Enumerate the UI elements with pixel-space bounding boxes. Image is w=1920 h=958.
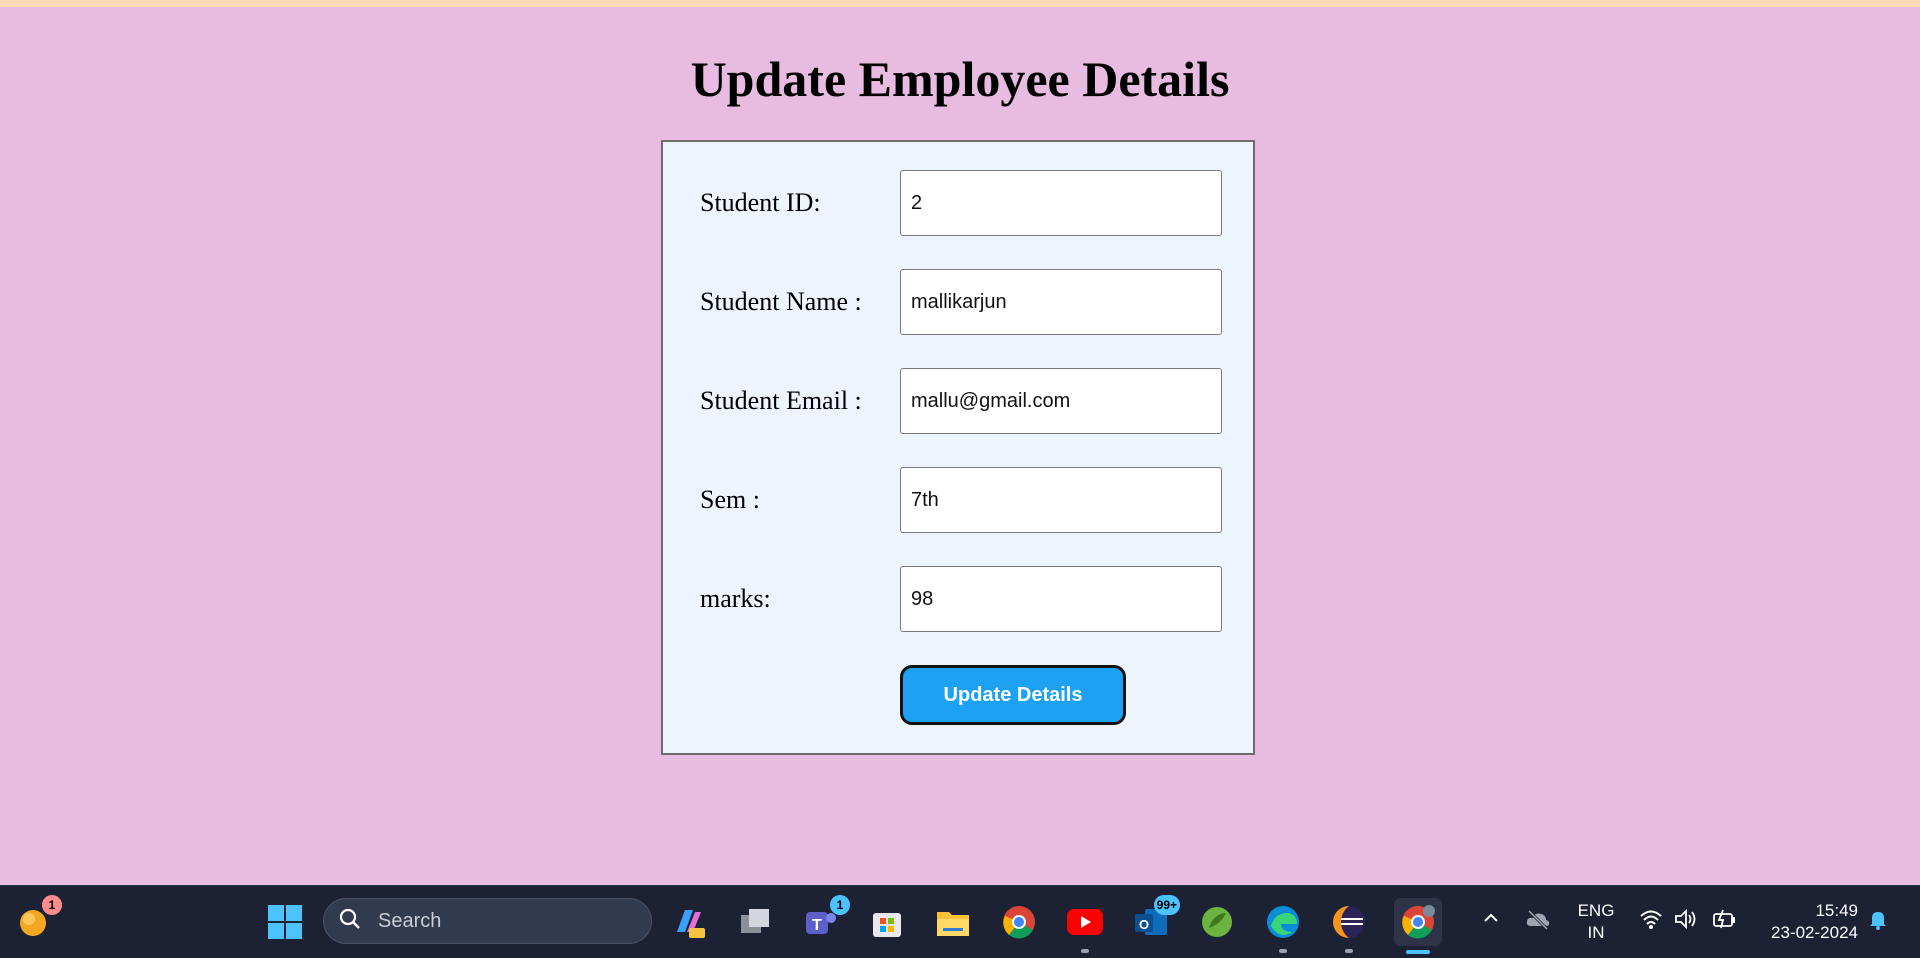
page-title: Update Employee Details [690, 51, 1230, 107]
volume-icon[interactable] [1674, 908, 1698, 936]
sem-input[interactable] [900, 467, 1222, 533]
marks-input[interactable] [900, 566, 1222, 632]
eclipse-running-indicator [1345, 949, 1353, 953]
eclipse-icon[interactable] [1328, 901, 1370, 953]
language-text: ENG [1577, 901, 1615, 920]
row-marks: marks: [663, 566, 1253, 632]
row-student-name: Student Name : [663, 269, 1253, 335]
widgets-badge: 1 [42, 895, 62, 915]
student-email-label: Student Email : [700, 386, 862, 415]
outlook-badge: 99+ [1153, 895, 1180, 915]
windows-start-icon[interactable] [264, 901, 306, 943]
youtube-running-indicator [1081, 949, 1089, 953]
clock-time: 15:49 [1815, 901, 1858, 920]
student-email-input[interactable] [900, 368, 1222, 434]
row-student-email: Student Email : [663, 368, 1253, 434]
taskbar-search[interactable]: Search [323, 898, 652, 944]
sem-label: Sem : [700, 485, 760, 514]
row-sem: Sem : [663, 467, 1253, 533]
task-view-icon[interactable] [734, 901, 776, 943]
youtube-icon[interactable] [1064, 901, 1106, 953]
chrome-profile-icon[interactable] [1394, 898, 1442, 954]
svg-text:T: T [812, 917, 822, 934]
copilot-icon[interactable] [668, 901, 710, 943]
language-indicator[interactable]: ENG IN [1577, 900, 1615, 944]
student-id-input[interactable] [900, 170, 1222, 236]
teams-icon[interactable]: T 1 [800, 895, 850, 943]
chevron-up-icon[interactable] [1481, 908, 1501, 934]
widgets-icon[interactable]: 1 [12, 895, 62, 943]
marks-label: marks: [700, 584, 771, 613]
region-text: IN [1587, 923, 1605, 942]
edge-icon[interactable] [1262, 901, 1304, 953]
row-student-id: Student ID: [663, 170, 1253, 236]
onedrive-offline-icon[interactable] [1525, 908, 1551, 936]
chrome-active-indicator [1406, 950, 1430, 954]
search-placeholder: Search [378, 910, 442, 932]
teams-badge: 1 [830, 895, 850, 915]
spring-tool-icon[interactable] [1196, 901, 1238, 943]
edge-running-indicator [1279, 949, 1287, 953]
taskbar: 1 Search T 1 O 99+ ENG IN 15:49 23-02-20… [0, 885, 1920, 958]
wifi-icon[interactable] [1639, 908, 1663, 936]
student-name-input[interactable] [900, 269, 1222, 335]
chrome-icon[interactable] [998, 901, 1040, 943]
battery-charging-icon[interactable] [1711, 908, 1737, 936]
svg-text:O: O [1139, 917, 1149, 932]
student-id-label: Student ID: [700, 188, 821, 217]
student-name-label: Student Name : [700, 287, 862, 316]
outlook-icon[interactable]: O 99+ [1130, 895, 1180, 943]
notification-bell-icon[interactable] [1867, 908, 1889, 936]
update-form: Student ID: Student Name : Student Email… [661, 140, 1255, 755]
update-details-button[interactable]: Update Details [900, 665, 1126, 725]
clock[interactable]: 15:49 23-02-2024 [1758, 900, 1858, 944]
store-icon[interactable] [866, 901, 908, 943]
clock-date: 23-02-2024 [1771, 923, 1858, 942]
search-icon [338, 907, 362, 937]
file-explorer-icon[interactable] [932, 901, 974, 943]
top-strip [0, 0, 1920, 7]
